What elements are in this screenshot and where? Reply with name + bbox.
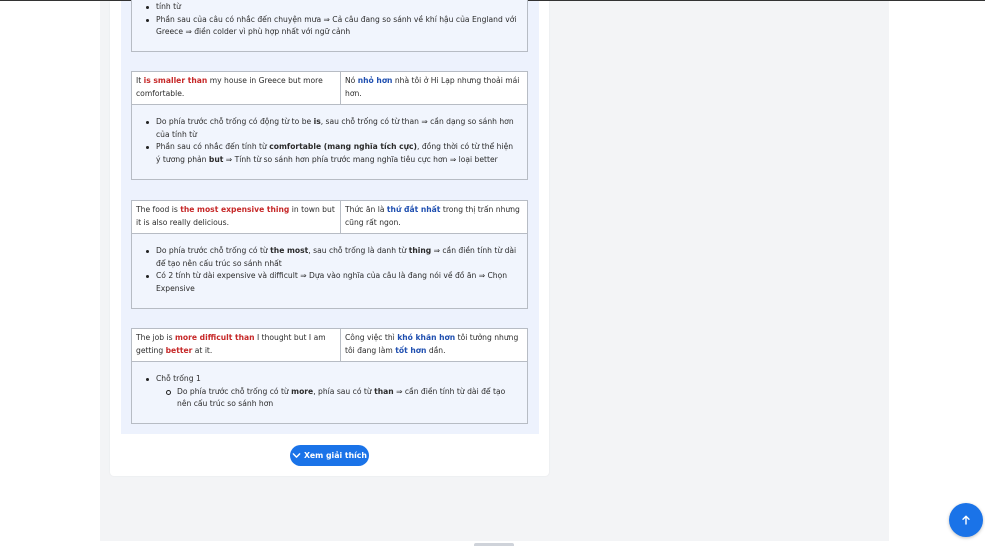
text-run: Thức ăn là xyxy=(345,205,387,214)
text-run: the most xyxy=(270,246,309,255)
vietnamese-translation: Thức ăn là thứ đắt nhất trong thị trấn n… xyxy=(341,201,527,233)
sentence-pair-row: The food is the most expensive thing in … xyxy=(131,200,528,234)
highlighted-vietnamese-phrase: khó khăn hơn xyxy=(397,333,456,342)
arrow-up-icon xyxy=(962,515,970,525)
explanation-list: Do phía trước chỗ trống có động từ to be… xyxy=(132,116,527,166)
text-run: Phần sau của câu có nhắc đến chuyện mưa … xyxy=(156,14,517,37)
text-run: , sau chỗ trống là danh từ xyxy=(308,246,409,255)
list-item: Do phía trước chỗ trống có từ the most, … xyxy=(132,245,527,270)
text-run: Do phía trước chỗ trống có động từ to be xyxy=(156,117,314,126)
text-run: Nó xyxy=(345,76,358,85)
list-item: Phần sau của câu có nhắc đến chuyện mưa … xyxy=(132,14,527,39)
highlighted-english-phrase: more difficult than xyxy=(175,333,255,342)
text-run: but xyxy=(208,154,224,164)
show-explanation-label: Xem giải thích xyxy=(304,451,367,460)
text-run: It xyxy=(136,76,144,85)
explanation-list: Chỗ trống 1 xyxy=(132,373,527,386)
list-item: Do phía trước chỗ trống có từ more, phía… xyxy=(132,386,527,411)
english-sentence: The food is the most expensive thing in … xyxy=(132,201,341,233)
list-item: Có 2 tính từ dài expensive và difficult … xyxy=(132,270,527,295)
english-sentence: It is smaller than my house in Greece bu… xyxy=(132,72,341,104)
explanation-box: Chỗ trống 1 Do phía trước chỗ trống có t… xyxy=(131,361,528,424)
list-item: Do phía trước chỗ trống có động từ to be… xyxy=(132,116,527,141)
scroll-to-top-button[interactable] xyxy=(949,503,983,537)
list-item: Phần sau có nhắc đến tính từ comfortable… xyxy=(132,141,527,166)
text-run: The job is xyxy=(136,333,176,342)
text-run: comfortable (mang nghĩa tích cực) xyxy=(269,142,418,152)
text-run: than xyxy=(374,386,394,396)
sentence-pair-row: It is smaller than my house in Greece bu… xyxy=(131,71,528,105)
text-run: The food is xyxy=(136,205,181,214)
text-run: thing xyxy=(408,246,432,255)
text-run: dần. xyxy=(426,345,446,355)
show-explanation-button[interactable]: Xem giải thích xyxy=(290,445,369,466)
explanation-box: Do phía trước chỗ trống có từ the most, … xyxy=(131,233,528,309)
text-run: more xyxy=(291,386,314,396)
explanation-sublist: Do phía trước chỗ trống có từ more, phía… xyxy=(132,386,527,411)
highlighted-vietnamese-phrase: nhỏ hơn xyxy=(357,76,393,85)
vietnamese-translation: Công việc thì khó khăn hơn tôi tưởng như… xyxy=(341,329,527,361)
highlighted-vietnamese-phrase: thứ đắt nhất xyxy=(386,205,441,214)
english-sentence: The job is more difficult than I thought… xyxy=(132,329,341,361)
text-run: Công việc thì xyxy=(345,333,398,342)
chevron-down-icon xyxy=(292,453,301,458)
highlighted-english-phrase: is smaller than xyxy=(143,76,208,85)
text-run: , phía sau có từ xyxy=(313,386,375,396)
explanation-list: tính từ Phần sau của câu có nhắc đến chuy… xyxy=(132,1,527,39)
explanation-box: tính từ Phần sau của câu có nhắc đến chuy… xyxy=(131,0,528,52)
list-item: tính từ xyxy=(132,1,527,14)
text-run: is xyxy=(313,117,321,126)
text-run: at it. xyxy=(192,345,213,355)
highlighted-vietnamese-phrase: tốt hơn xyxy=(395,345,427,355)
text-run: Chỗ trống 1 xyxy=(156,374,201,383)
list-item: Chỗ trống 1 xyxy=(132,373,527,386)
explanation-list: Do phía trước chỗ trống có từ the most, … xyxy=(132,245,527,295)
vietnamese-translation: Nó nhỏ hơn nhà tôi ở Hi Lạp nhưng thoải … xyxy=(341,72,527,104)
text-run: Do phía trước chỗ trống có từ xyxy=(177,386,292,396)
highlighted-english-phrase: better xyxy=(165,345,193,355)
explanation-box: Do phía trước chỗ trống có động từ to be… xyxy=(131,104,528,180)
text-run: Có 2 tính từ dài expensive và difficult … xyxy=(156,271,508,293)
text-run: tính từ xyxy=(156,2,181,11)
text-run: ⇒ Tính từ so sánh hơn phía trước mang ng… xyxy=(223,154,498,164)
sentence-pair-row: The job is more difficult than I thought… xyxy=(131,328,528,362)
text-run: Do phía trước chỗ trống có từ xyxy=(156,246,271,255)
highlighted-english-phrase: the most expensive thing xyxy=(180,205,290,214)
text-run: Phần sau có nhắc đến tính từ xyxy=(156,142,270,152)
